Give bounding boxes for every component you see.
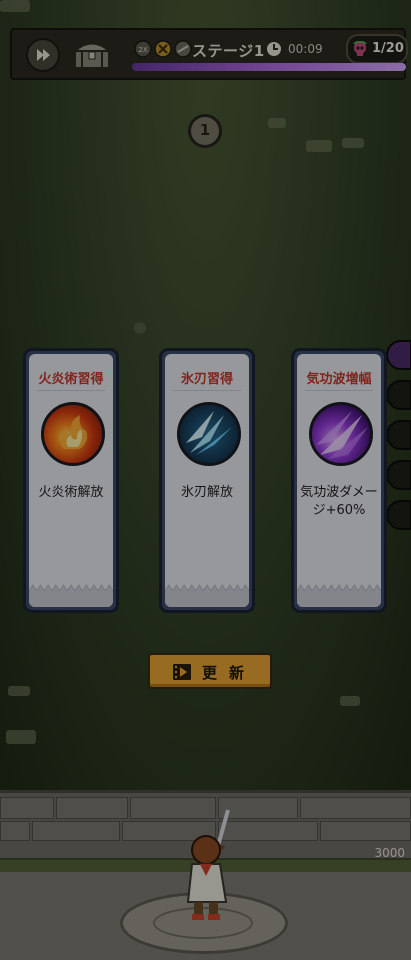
skill-card-ice-blade[interactable]: 氷刃習得 氷刃解放 (159, 348, 255, 613)
ground-stone (342, 138, 364, 148)
refresh-button[interactable]: 更新 (148, 653, 272, 689)
speed-boost-icons[interactable]: 2X (134, 40, 194, 58)
card-zigzag-footer (297, 584, 381, 607)
side-skill-slot[interactable] (386, 380, 411, 410)
wall-brick (0, 797, 54, 819)
ground-stone (0, 0, 30, 12)
wall-brick (0, 821, 30, 841)
skill-card-ki-wave[interactable]: 気功波増幅 気功波ダメージ+60% (291, 348, 387, 613)
kill-counter: 1/20 (346, 34, 408, 64)
card-divider (37, 390, 105, 391)
stage-timer: 00:09 (288, 42, 323, 56)
side-skill-slot[interactable] (386, 500, 411, 530)
fire-icon (41, 402, 105, 466)
skill-card-fire[interactable]: 火炎術習得 火炎術解放 (23, 348, 119, 613)
wall-brick (56, 797, 128, 819)
wave-indicator: 1 (188, 114, 222, 148)
wave-number: 1 (199, 121, 211, 139)
skull-icon (353, 41, 367, 56)
speed-multiplier-label: 2X (138, 46, 147, 54)
top-hud: 2X ステージ1 00:09 1/20 (10, 28, 408, 80)
wall-brick (32, 821, 120, 841)
ground-stone (6, 730, 36, 744)
card-zigzag-footer (29, 584, 113, 607)
card-divider (305, 390, 373, 391)
ground-stone (8, 686, 30, 696)
side-skill-slot[interactable] (386, 460, 411, 490)
skill-card-title: 氷刃習得 (180, 372, 233, 387)
kill-count-text: 1/20 (372, 41, 404, 56)
card-zigzag-footer (165, 584, 249, 607)
speed-toggle-button[interactable] (26, 38, 60, 72)
video-ad-icon (173, 664, 191, 680)
side-skill-slot[interactable] (386, 340, 411, 370)
stage-progress-bar (132, 63, 406, 71)
card-divider (173, 390, 241, 391)
ground-stone (268, 118, 286, 128)
ki-wave-icon (309, 402, 373, 466)
stage-label: ステージ1 (192, 42, 265, 60)
refresh-button-label: 更新 (202, 664, 257, 682)
treasure-chest-icon[interactable] (72, 38, 112, 70)
wall-brick (320, 821, 411, 841)
side-skill-slot[interactable] (386, 420, 411, 450)
stage-progress-fill (132, 63, 406, 71)
wall-brick (300, 797, 411, 819)
clock-icon (267, 42, 281, 56)
ground-stone (306, 140, 332, 152)
hero-character (186, 809, 230, 920)
skill-card-description: 気功波ダメージ+60% (300, 485, 378, 518)
ground-stone (340, 696, 360, 706)
ice-blade-icon (177, 402, 241, 466)
ground-stone (134, 322, 146, 334)
fast-forward-icon (37, 49, 50, 61)
player-hp-value: 3000 (374, 846, 405, 860)
skill-card-title: 火炎術習得 (38, 372, 104, 387)
skill-card-description: 氷刃解放 (180, 485, 233, 500)
skill-card-title: 気功波増幅 (306, 372, 372, 387)
skill-card-description: 火炎術解放 (38, 485, 104, 500)
